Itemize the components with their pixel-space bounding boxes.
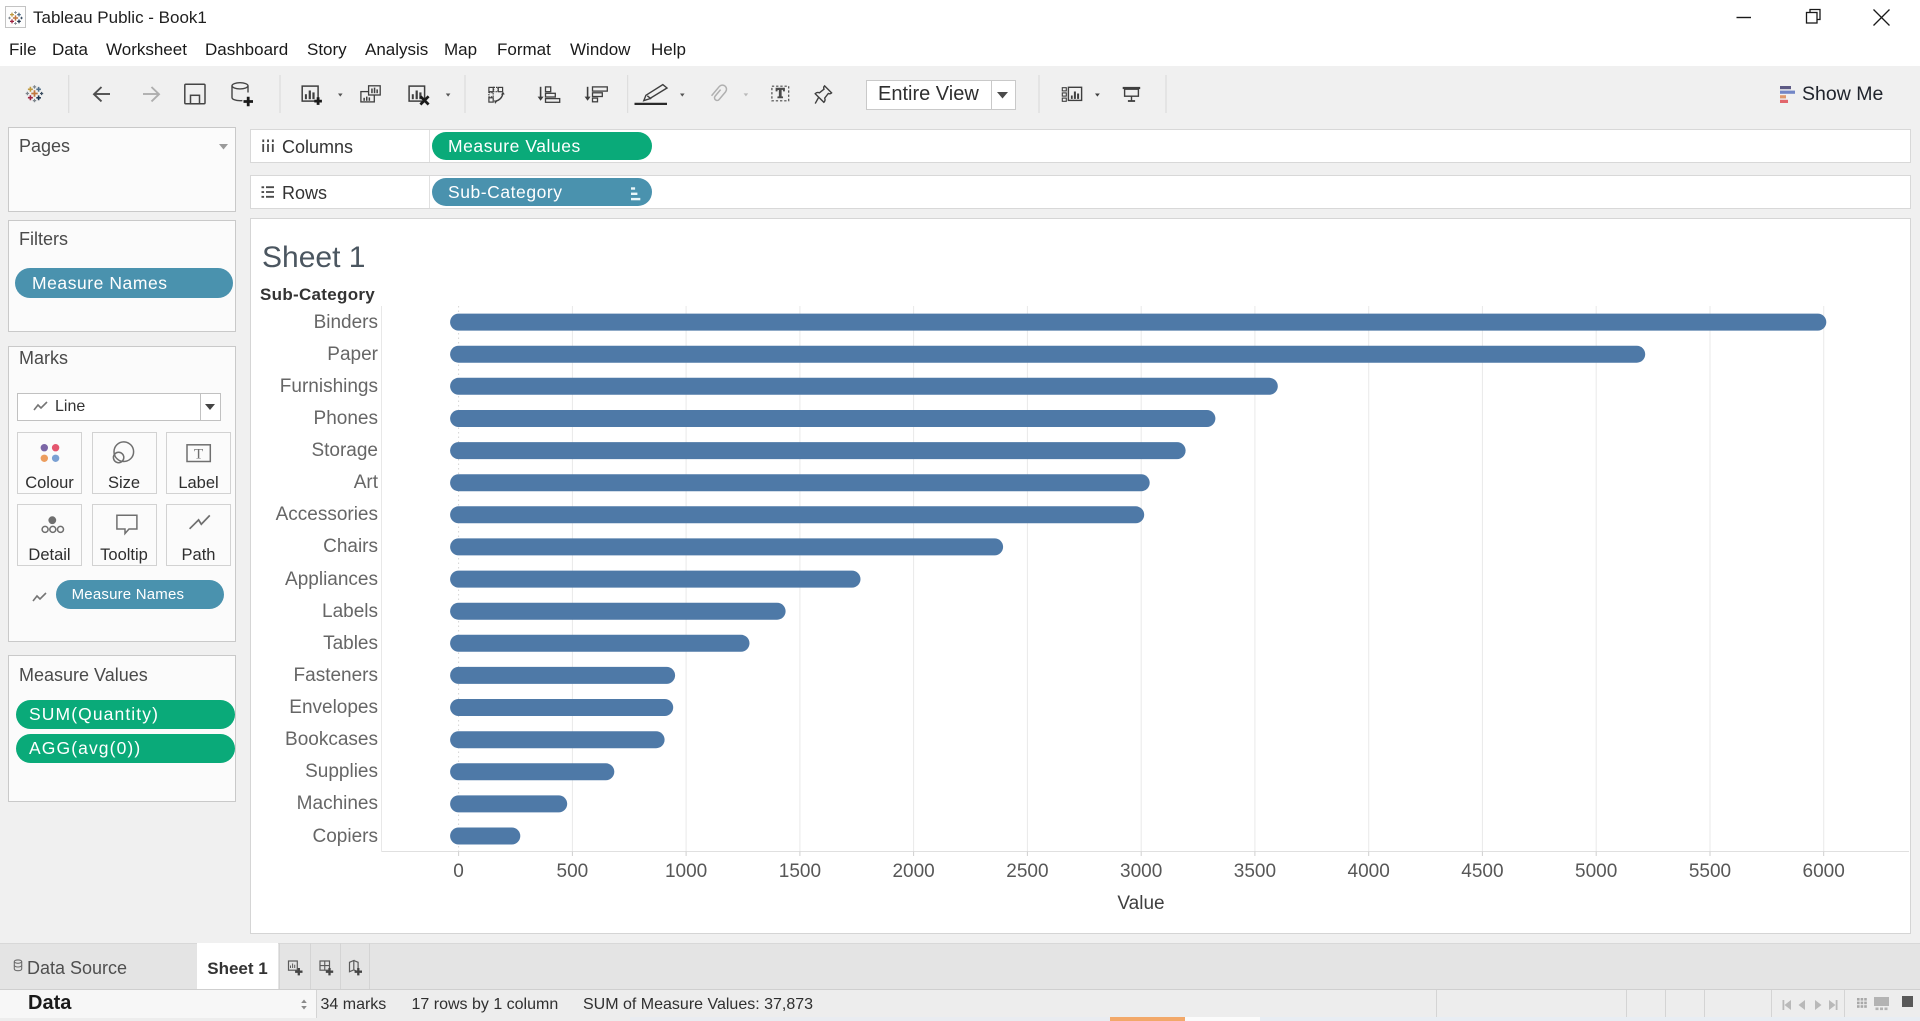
svg-text:T: T xyxy=(776,86,785,101)
svg-text:T: T xyxy=(194,447,203,463)
